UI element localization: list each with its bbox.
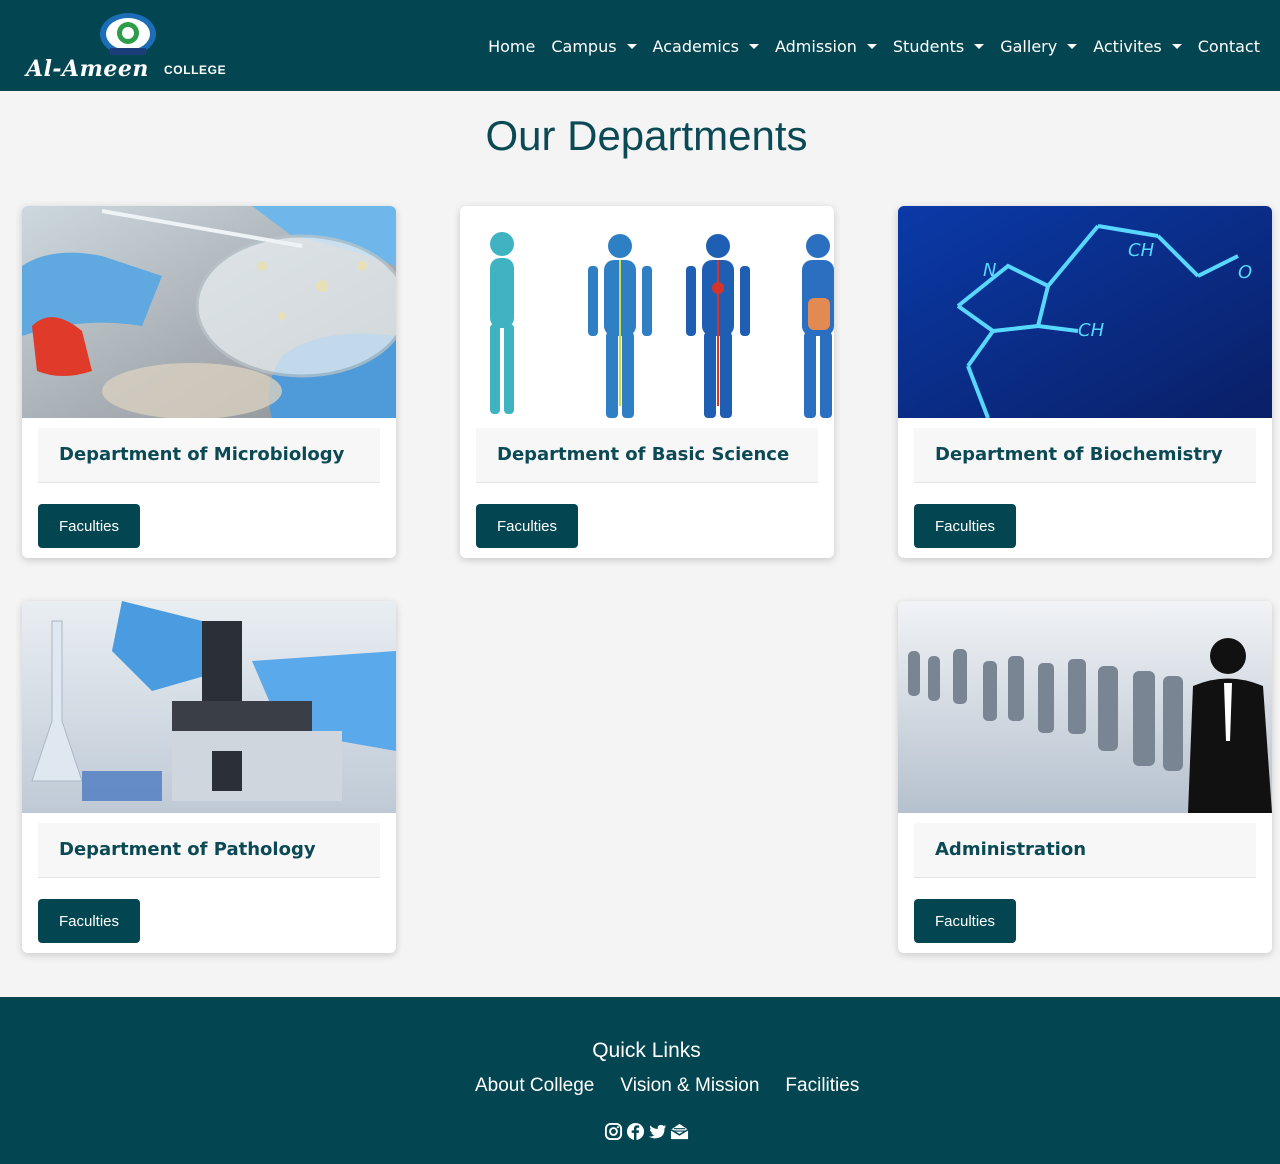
email-icon[interactable]	[670, 1122, 689, 1141]
card-title: Department of Basic Science	[497, 444, 790, 465]
card-header: Department of Microbiology	[38, 428, 380, 483]
college-emblem-icon	[100, 13, 156, 55]
card-title: Department of Microbiology	[59, 444, 345, 465]
nav-item-academics[interactable]: Academics	[645, 34, 767, 58]
footer-link-vision-mission[interactable]: Vision & Mission	[620, 1075, 759, 1097]
brand-name: Al-Ameen	[26, 56, 149, 82]
instagram-icon[interactable]	[604, 1122, 623, 1141]
brand-logo[interactable]: Al-Ameen COLLEGE	[26, 12, 236, 82]
card-header: Department of Biochemistry	[914, 428, 1256, 483]
chevron-down-icon	[1067, 43, 1078, 49]
page-title: Our Departments	[485, 112, 808, 159]
navbar: Al-Ameen COLLEGE Home Campus Academics A…	[0, 0, 1280, 91]
department-card-biochemistry: CH CH N O Department of Biochemistry Fac…	[898, 206, 1272, 558]
card-image	[460, 206, 834, 418]
chevron-down-icon	[748, 43, 759, 49]
faculties-button[interactable]: Faculties	[38, 899, 140, 943]
department-card-pathology: Department of Pathology Faculties	[22, 601, 396, 953]
business-people-image	[898, 601, 1272, 813]
svg-text:N: N	[983, 260, 996, 281]
nav-label: Gallery	[1000, 36, 1058, 56]
card-title: Administration	[935, 839, 1087, 860]
nav-label: Campus	[551, 36, 617, 56]
petri-dish-image	[22, 206, 396, 418]
department-card-basic-science: Department of Basic Science Faculties	[460, 206, 834, 558]
footer-link-about-college[interactable]: About College	[475, 1075, 594, 1097]
nav-item-home[interactable]: Home	[480, 34, 543, 58]
svg-text:O: O	[1238, 262, 1252, 283]
svg-text:CH: CH	[1128, 240, 1155, 261]
nav-label: Students	[892, 36, 965, 56]
nav-item-students[interactable]: Students	[885, 34, 992, 58]
chevron-down-icon	[626, 43, 637, 49]
molecule-image: CH CH N O	[898, 206, 1272, 418]
faculties-button[interactable]: Faculties	[914, 899, 1016, 943]
nav-item-gallery[interactable]: Gallery	[992, 34, 1085, 58]
card-image: CH CH N O	[898, 206, 1272, 418]
nav-label: Home	[488, 36, 536, 56]
human-anatomy-image	[460, 206, 834, 418]
faculties-button[interactable]: Faculties	[914, 504, 1016, 548]
faculties-button[interactable]: Faculties	[476, 504, 578, 548]
chevron-down-icon	[866, 43, 877, 49]
footer-title: Quick Links	[592, 1039, 701, 1062]
twitter-icon[interactable]	[648, 1122, 667, 1141]
footer-links: About College Vision & Mission Facilitie…	[475, 1075, 859, 1097]
card-header: Department of Pathology	[38, 823, 380, 878]
card-header: Department of Basic Science	[476, 428, 818, 483]
nav-label: Contact	[1197, 36, 1260, 56]
svg-text:CH: CH	[1078, 320, 1105, 341]
chevron-down-icon	[974, 43, 985, 49]
card-image	[898, 601, 1272, 813]
card-image	[22, 601, 396, 813]
nav-item-campus[interactable]: Campus	[543, 34, 644, 58]
card-header: Administration	[914, 823, 1256, 878]
nav-label: Admission	[774, 36, 857, 56]
microscope-image	[22, 601, 396, 813]
nav-label: Activites	[1093, 36, 1162, 56]
nav-item-contact[interactable]: Contact	[1190, 34, 1268, 58]
social-icons	[604, 1122, 689, 1141]
card-title: Department of Pathology	[59, 839, 316, 860]
department-card-microbiology: Department of Microbiology Faculties	[22, 206, 396, 558]
card-image	[22, 206, 396, 418]
nav-item-admission[interactable]: Admission	[767, 34, 885, 58]
faculties-button[interactable]: Faculties	[38, 504, 140, 548]
brand-suffix: COLLEGE	[164, 63, 227, 77]
card-title: Department of Biochemistry	[935, 444, 1223, 465]
chevron-down-icon	[1171, 43, 1182, 49]
footer: Quick Links About College Vision & Missi…	[0, 997, 1280, 1164]
main-nav: Home Campus Academics Admission Students…	[480, 34, 1268, 58]
department-card-administration: Administration Faculties	[898, 601, 1272, 953]
nav-item-activites[interactable]: Activites	[1085, 34, 1190, 58]
nav-label: Academics	[652, 36, 739, 56]
footer-link-facilities[interactable]: Facilities	[785, 1075, 859, 1097]
facebook-icon[interactable]	[626, 1122, 645, 1141]
